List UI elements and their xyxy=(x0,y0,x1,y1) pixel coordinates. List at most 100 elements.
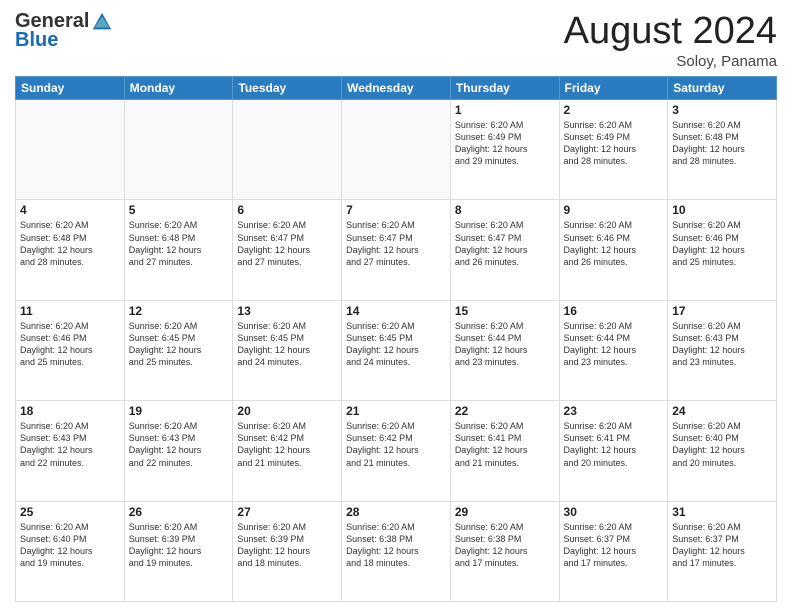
day-number: 5 xyxy=(129,203,229,217)
logo-icon xyxy=(91,11,113,33)
calendar-cell: 26 Sunrise: 6:20 AM Sunset: 6:39 PM Dayli… xyxy=(124,501,233,601)
day-number: 27 xyxy=(237,505,337,519)
day-info: Sunrise: 6:20 AM Sunset: 6:37 PM Dayligh… xyxy=(564,521,664,570)
calendar-cell: 5 Sunrise: 6:20 AM Sunset: 6:48 PM Daylig… xyxy=(124,200,233,300)
calendar-cell xyxy=(342,100,451,200)
day-info: Sunrise: 6:20 AM Sunset: 6:46 PM Dayligh… xyxy=(20,320,120,369)
calendar-cell: 11 Sunrise: 6:20 AM Sunset: 6:46 PM Dayli… xyxy=(16,300,125,400)
logo-blue: Blue xyxy=(15,29,58,52)
day-info: Sunrise: 6:20 AM Sunset: 6:43 PM Dayligh… xyxy=(129,420,229,469)
day-number: 17 xyxy=(672,304,772,318)
weekday-header: Saturday xyxy=(668,77,777,100)
day-number: 9 xyxy=(564,203,664,217)
calendar-cell: 7 Sunrise: 6:20 AM Sunset: 6:47 PM Daylig… xyxy=(342,200,451,300)
title-block: August 2024 Soloy, Panama xyxy=(564,10,777,70)
calendar-cell xyxy=(233,100,342,200)
day-info: Sunrise: 6:20 AM Sunset: 6:39 PM Dayligh… xyxy=(237,521,337,570)
day-number: 8 xyxy=(455,203,555,217)
calendar-cell: 4Sunrise: 6:20 AM Sunset: 6:48 PM Daylig… xyxy=(16,200,125,300)
calendar-cell: 22 Sunrise: 6:20 AM Sunset: 6:41 PM Dayli… xyxy=(450,401,559,501)
calendar-cell: 30 Sunrise: 6:20 AM Sunset: 6:37 PM Dayli… xyxy=(559,501,668,601)
day-number: 10 xyxy=(672,203,772,217)
day-info: Sunrise: 6:20 AM Sunset: 6:49 PM Dayligh… xyxy=(455,119,555,168)
day-info: Sunrise: 6:20 AM Sunset: 6:45 PM Dayligh… xyxy=(237,320,337,369)
day-number: 15 xyxy=(455,304,555,318)
day-number: 16 xyxy=(564,304,664,318)
weekday-header: Wednesday xyxy=(342,77,451,100)
day-info: Sunrise: 6:20 AM Sunset: 6:42 PM Dayligh… xyxy=(237,420,337,469)
day-number: 20 xyxy=(237,404,337,418)
calendar-cell: 14 Sunrise: 6:20 AM Sunset: 6:45 PM Dayli… xyxy=(342,300,451,400)
weekday-header: Sunday xyxy=(16,77,125,100)
day-number: 23 xyxy=(564,404,664,418)
calendar-week-row: 1 Sunrise: 6:20 AM Sunset: 6:49 PM Daylig… xyxy=(16,100,777,200)
day-info: Sunrise: 6:20 AM Sunset: 6:48 PM Dayligh… xyxy=(20,219,120,268)
day-info: Sunrise: 6:20 AM Sunset: 6:48 PM Dayligh… xyxy=(672,119,772,168)
month-title: August 2024 xyxy=(564,10,777,53)
calendar-week-row: 18 Sunrise: 6:20 AM Sunset: 6:43 PM Dayli… xyxy=(16,401,777,501)
day-info: Sunrise: 6:20 AM Sunset: 6:48 PM Dayligh… xyxy=(129,219,229,268)
calendar-cell: 20 Sunrise: 6:20 AM Sunset: 6:42 PM Dayli… xyxy=(233,401,342,501)
calendar-cell: 1 Sunrise: 6:20 AM Sunset: 6:49 PM Daylig… xyxy=(450,100,559,200)
day-info: Sunrise: 6:20 AM Sunset: 6:41 PM Dayligh… xyxy=(455,420,555,469)
day-number: 25 xyxy=(20,505,120,519)
day-number: 13 xyxy=(237,304,337,318)
calendar-cell xyxy=(16,100,125,200)
day-info: Sunrise: 6:20 AM Sunset: 6:45 PM Dayligh… xyxy=(346,320,446,369)
day-info: Sunrise: 6:20 AM Sunset: 6:37 PM Dayligh… xyxy=(672,521,772,570)
day-number: 24 xyxy=(672,404,772,418)
calendar-cell: 16 Sunrise: 6:20 AM Sunset: 6:44 PM Dayli… xyxy=(559,300,668,400)
day-number: 1 xyxy=(455,103,555,117)
calendar-cell: 10Sunrise: 6:20 AM Sunset: 6:46 PM Dayli… xyxy=(668,200,777,300)
weekday-header: Tuesday xyxy=(233,77,342,100)
day-info: Sunrise: 6:20 AM Sunset: 6:47 PM Dayligh… xyxy=(346,219,446,268)
weekday-header: Thursday xyxy=(450,77,559,100)
day-info: Sunrise: 6:20 AM Sunset: 6:45 PM Dayligh… xyxy=(129,320,229,369)
calendar-cell: 24 Sunrise: 6:20 AM Sunset: 6:40 PM Dayli… xyxy=(668,401,777,501)
calendar-cell: 2 Sunrise: 6:20 AM Sunset: 6:49 PM Daylig… xyxy=(559,100,668,200)
day-info: Sunrise: 6:20 AM Sunset: 6:38 PM Dayligh… xyxy=(346,521,446,570)
calendar-cell: 18 Sunrise: 6:20 AM Sunset: 6:43 PM Dayli… xyxy=(16,401,125,501)
day-info: Sunrise: 6:20 AM Sunset: 6:44 PM Dayligh… xyxy=(564,320,664,369)
day-number: 7 xyxy=(346,203,446,217)
calendar-cell: 15 Sunrise: 6:20 AM Sunset: 6:44 PM Dayli… xyxy=(450,300,559,400)
day-info: Sunrise: 6:20 AM Sunset: 6:39 PM Dayligh… xyxy=(129,521,229,570)
day-number: 22 xyxy=(455,404,555,418)
day-info: Sunrise: 6:20 AM Sunset: 6:44 PM Dayligh… xyxy=(455,320,555,369)
day-info: Sunrise: 6:20 AM Sunset: 6:42 PM Dayligh… xyxy=(346,420,446,469)
calendar-cell: 12 Sunrise: 6:20 AM Sunset: 6:45 PM Dayli… xyxy=(124,300,233,400)
logo: General Blue xyxy=(15,10,113,52)
calendar-cell: 29Sunrise: 6:20 AM Sunset: 6:38 PM Dayli… xyxy=(450,501,559,601)
day-number: 2 xyxy=(564,103,664,117)
day-number: 31 xyxy=(672,505,772,519)
day-number: 26 xyxy=(129,505,229,519)
day-number: 18 xyxy=(20,404,120,418)
day-info: Sunrise: 6:20 AM Sunset: 6:49 PM Dayligh… xyxy=(564,119,664,168)
day-number: 14 xyxy=(346,304,446,318)
weekday-header-row: SundayMondayTuesdayWednesdayThursdayFrid… xyxy=(16,77,777,100)
day-number: 21 xyxy=(346,404,446,418)
calendar-cell: 13 Sunrise: 6:20 AM Sunset: 6:45 PM Dayli… xyxy=(233,300,342,400)
calendar-cell: 17Sunrise: 6:20 AM Sunset: 6:43 PM Dayli… xyxy=(668,300,777,400)
calendar-cell: 19Sunrise: 6:20 AM Sunset: 6:43 PM Dayli… xyxy=(124,401,233,501)
weekday-header: Friday xyxy=(559,77,668,100)
day-info: Sunrise: 6:20 AM Sunset: 6:40 PM Dayligh… xyxy=(20,521,120,570)
day-number: 12 xyxy=(129,304,229,318)
day-number: 11 xyxy=(20,304,120,318)
day-info: Sunrise: 6:20 AM Sunset: 6:41 PM Dayligh… xyxy=(564,420,664,469)
day-info: Sunrise: 6:20 AM Sunset: 6:46 PM Dayligh… xyxy=(564,219,664,268)
day-number: 30 xyxy=(564,505,664,519)
calendar-cell: 25 Sunrise: 6:20 AM Sunset: 6:40 PM Dayli… xyxy=(16,501,125,601)
header: General Blue August 2024 Soloy, Panama xyxy=(15,10,777,70)
day-number: 6 xyxy=(237,203,337,217)
calendar-cell: 27 Sunrise: 6:20 AM Sunset: 6:39 PM Dayli… xyxy=(233,501,342,601)
weekday-header: Monday xyxy=(124,77,233,100)
calendar-week-row: 11 Sunrise: 6:20 AM Sunset: 6:46 PM Dayli… xyxy=(16,300,777,400)
calendar-cell: 9 Sunrise: 6:20 AM Sunset: 6:46 PM Daylig… xyxy=(559,200,668,300)
day-info: Sunrise: 6:20 AM Sunset: 6:40 PM Dayligh… xyxy=(672,420,772,469)
day-number: 29 xyxy=(455,505,555,519)
day-number: 28 xyxy=(346,505,446,519)
calendar-week-row: 25 Sunrise: 6:20 AM Sunset: 6:40 PM Dayli… xyxy=(16,501,777,601)
calendar-cell: 23 Sunrise: 6:20 AM Sunset: 6:41 PM Dayli… xyxy=(559,401,668,501)
day-info: Sunrise: 6:20 AM Sunset: 6:43 PM Dayligh… xyxy=(20,420,120,469)
